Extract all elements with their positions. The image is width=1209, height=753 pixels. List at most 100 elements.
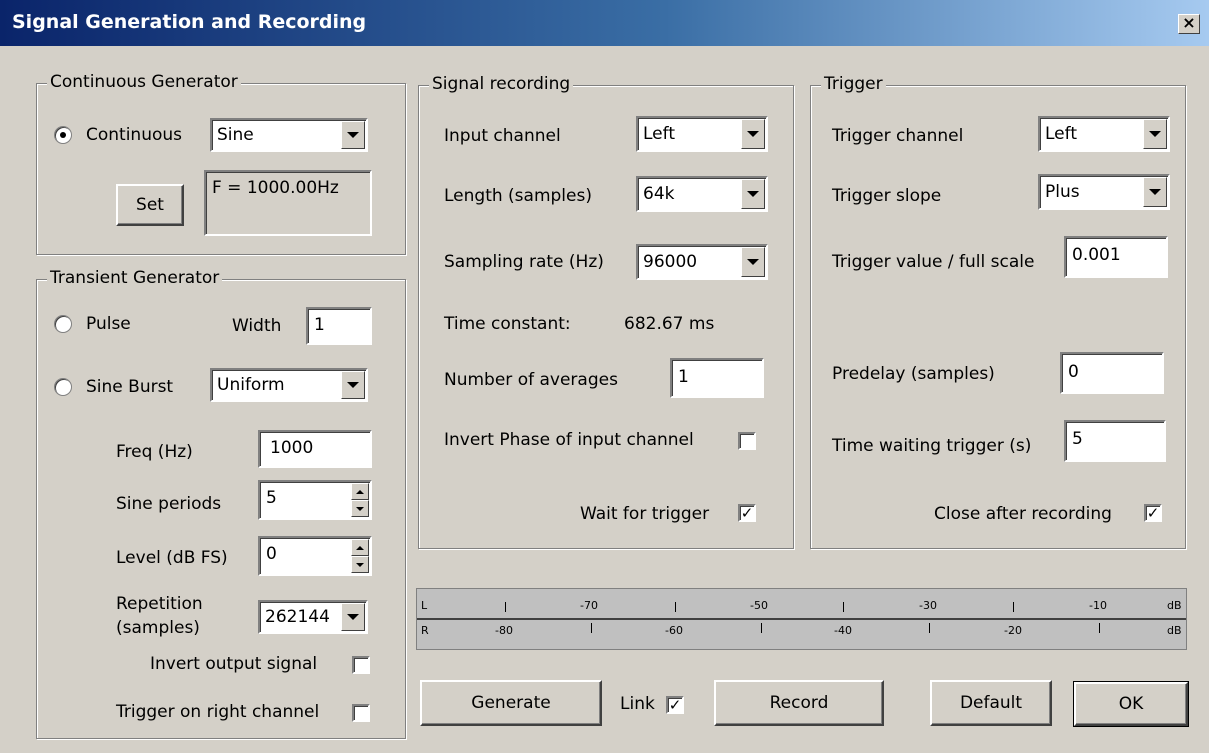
averages-input[interactable]: 1 (670, 358, 764, 398)
length-label: Length (samples) (444, 186, 592, 206)
level-label: Level (dB FS) (116, 548, 228, 568)
invert-phase-label: Invert Phase of input channel (444, 430, 694, 450)
close-button[interactable]: × (1178, 14, 1200, 34)
input-channel-select[interactable]: Left (636, 116, 768, 152)
invert-output-checkbox[interactable] (352, 656, 370, 674)
meter-top-scale: -10 (1089, 599, 1107, 612)
sampling-rate-value: 96000 (643, 252, 698, 272)
level-meter: L R -70 -50 -30 -10 dB -80 -60 -40 -20 d… (416, 588, 1187, 650)
record-button[interactable]: Record (714, 680, 884, 726)
meter-divider (417, 618, 1186, 620)
sampling-rate-select[interactable]: 96000 (636, 244, 768, 280)
chevron-down-icon (341, 603, 365, 631)
trigger-slope-value: Plus (1045, 182, 1080, 202)
signal-recording-title: Signal recording (429, 74, 574, 94)
chevron-down-icon (741, 179, 765, 209)
continuous-generator-title: Continuous Generator (47, 72, 241, 92)
width-input[interactable]: 1 (306, 307, 372, 345)
level-stepper[interactable]: 0 (258, 536, 372, 576)
sine-periods-stepper[interactable]: 5 (258, 480, 372, 520)
meter-top-scale: -30 (919, 599, 937, 612)
level-spin[interactable] (351, 539, 369, 573)
repetition-value: 262144 (265, 607, 330, 627)
frequency-display: F = 1000.00Hz (204, 170, 372, 236)
predelay-input[interactable]: 0 (1060, 352, 1164, 394)
sine-burst-label: Sine Burst (86, 377, 174, 397)
link-checkbox[interactable]: ✓ (666, 696, 684, 714)
pulse-label: Pulse (86, 314, 131, 334)
chevron-down-icon (1143, 119, 1167, 149)
time-waiting-input[interactable]: 5 (1064, 420, 1166, 462)
generate-button[interactable]: Generate (420, 680, 602, 726)
meter-bottom-scale: -80 (495, 624, 513, 637)
averages-label: Number of averages (444, 370, 618, 390)
spin-up-icon[interactable] (351, 483, 369, 500)
close-after-label: Close after recording (934, 504, 1112, 524)
continuous-radio[interactable] (54, 126, 72, 144)
repetition-select[interactable]: 262144 (258, 600, 368, 634)
repetition-label-2: (samples) (116, 618, 200, 638)
sine-periods-value: 5 (266, 488, 277, 508)
link-label: Link (620, 694, 655, 714)
trigger-right-checkbox[interactable] (352, 704, 370, 722)
meter-bottom-scale: -60 (665, 624, 683, 637)
meter-tick (843, 602, 844, 612)
meter-tick (1099, 623, 1100, 633)
freq-label: Freq (Hz) (116, 442, 193, 462)
trigger-slope-select[interactable]: Plus (1038, 174, 1170, 210)
ok-button[interactable]: OK (1073, 681, 1189, 727)
chevron-down-icon (741, 247, 765, 277)
sine-burst-radio[interactable] (54, 378, 72, 396)
wait-trigger-checkbox[interactable]: ✓ (738, 504, 756, 522)
meter-l-label: L (421, 599, 428, 612)
burst-window-value: Uniform (217, 375, 285, 395)
sampling-rate-label: Sampling rate (Hz) (444, 252, 604, 272)
burst-window-select[interactable]: Uniform (210, 368, 368, 402)
spin-up-icon[interactable] (351, 539, 369, 556)
freq-input[interactable]: 1000 (258, 430, 372, 468)
meter-tick (761, 623, 762, 633)
invert-phase-checkbox[interactable] (738, 432, 756, 450)
dialog-window: Signal Generation and Recording × Contin… (0, 0, 1209, 753)
chevron-down-icon (1143, 177, 1167, 207)
trigger-channel-label: Trigger channel (832, 126, 964, 146)
pulse-radio[interactable] (54, 315, 72, 333)
chevron-down-icon (341, 121, 365, 149)
spin-down-icon[interactable] (351, 556, 369, 573)
chevron-down-icon (341, 371, 365, 399)
frequency-display-text: F = 1000.00Hz (212, 178, 339, 198)
window-title: Signal Generation and Recording (12, 11, 367, 33)
trigger-right-label: Trigger on right channel (116, 702, 320, 722)
chevron-down-icon (741, 119, 765, 149)
meter-bottom-scale: -40 (834, 624, 852, 637)
sine-periods-spin[interactable] (351, 483, 369, 517)
time-constant-value: 682.67 ms (624, 314, 715, 334)
waveform-select[interactable]: Sine (210, 118, 368, 152)
close-after-checkbox[interactable]: ✓ (1144, 504, 1162, 522)
default-button[interactable]: Default (930, 680, 1052, 726)
time-waiting-label: Time waiting trigger (s) (832, 436, 1032, 456)
waveform-value: Sine (217, 125, 254, 145)
transient-generator-title: Transient Generator (47, 268, 223, 288)
length-select[interactable]: 64k (636, 176, 768, 212)
width-label: Width (232, 316, 282, 336)
invert-output-label: Invert output signal (150, 654, 318, 674)
meter-bottom-unit: dB (1167, 624, 1182, 637)
repetition-label-1: Repetition (116, 594, 203, 614)
input-channel-value: Left (643, 124, 675, 144)
meter-r-label: R (421, 624, 429, 637)
level-value: 0 (266, 544, 277, 564)
time-constant-label: Time constant: (444, 314, 571, 334)
set-button[interactable]: Set (116, 184, 184, 226)
trigger-title: Trigger (821, 74, 886, 94)
meter-top-scale: -70 (580, 599, 598, 612)
trigger-group: Trigger (810, 74, 1186, 549)
meter-top-unit: dB (1167, 599, 1182, 612)
length-value: 64k (643, 184, 675, 204)
spin-down-icon[interactable] (351, 500, 369, 517)
trigger-value-input[interactable]: 0.001 (1064, 236, 1168, 278)
meter-tick (675, 602, 676, 612)
trigger-channel-value: Left (1045, 124, 1077, 144)
trigger-channel-select[interactable]: Left (1038, 116, 1170, 152)
predelay-label: Predelay (samples) (832, 364, 995, 384)
